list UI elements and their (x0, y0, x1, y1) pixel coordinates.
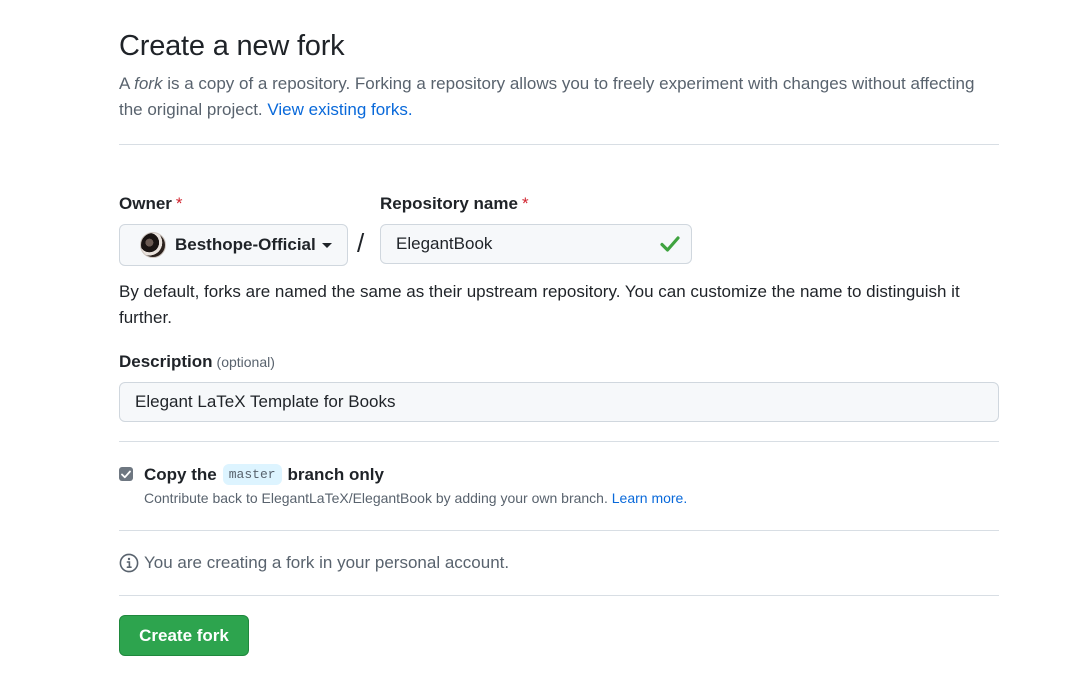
copy-branch-label-a: Copy the (144, 464, 217, 484)
header-divider (119, 144, 999, 145)
copy-branch-label-b: branch only (287, 464, 384, 484)
footer-divider (119, 595, 999, 596)
page-title: Create a new fork (119, 30, 345, 62)
description-label-text: Description (119, 352, 213, 371)
branch-divider (119, 530, 999, 531)
chevron-down-icon (321, 242, 332, 248)
description-label: Description (optional) (119, 352, 275, 372)
description-input[interactable] (119, 382, 999, 422)
branch-name-chip: master (222, 464, 282, 485)
copy-branch-label[interactable]: Copy the master branch only (144, 464, 384, 485)
owner-required-mark: * (175, 194, 183, 213)
subtitle-text-a: A (119, 74, 135, 93)
view-existing-forks-link[interactable]: View existing forks. (267, 100, 412, 119)
notice-text: You are creating a fork in your personal… (144, 553, 510, 572)
owner-select-button[interactable]: Besthope-Official (119, 224, 348, 266)
repository-name-label: Repository name * (380, 194, 529, 214)
description-optional-tag: (optional) (216, 354, 275, 370)
copy-branch-note-text: Contribute back to ElegantLaTeX/ElegantB… (144, 490, 612, 506)
create-fork-button[interactable]: Create fork (119, 615, 249, 656)
check-icon (660, 236, 680, 252)
checkmark-icon (121, 470, 131, 478)
avatar (140, 232, 166, 258)
repository-required-mark: * (521, 194, 529, 213)
personal-account-notice: You are creating a fork in your personal… (119, 553, 509, 573)
owner-label: Owner * (119, 194, 183, 214)
fork-page: Create a new fork A fork is a copy of a … (0, 0, 1092, 681)
owner-name: Besthope-Official (175, 235, 316, 254)
copy-branch-checkbox[interactable] (119, 467, 133, 481)
page-subtitle: A fork is a copy of a repository. Forkin… (119, 71, 999, 123)
subtitle-fork-word: fork (134, 74, 163, 93)
copy-branch-note: Contribute back to ElegantLaTeX/ElegantB… (144, 490, 687, 506)
repository-name-label-text: Repository name (380, 194, 518, 213)
repository-name-input[interactable] (380, 224, 692, 264)
repository-name-hint: By default, forks are named the same as … (119, 282, 960, 327)
description-divider (119, 441, 999, 442)
subtitle-text-b: is a copy of a repository. Forking a rep… (119, 74, 975, 119)
owner-repo-separator: / (357, 228, 365, 258)
learn-more-link[interactable]: Learn more. (612, 490, 687, 506)
owner-label-text: Owner (119, 194, 172, 213)
info-icon (119, 553, 139, 573)
